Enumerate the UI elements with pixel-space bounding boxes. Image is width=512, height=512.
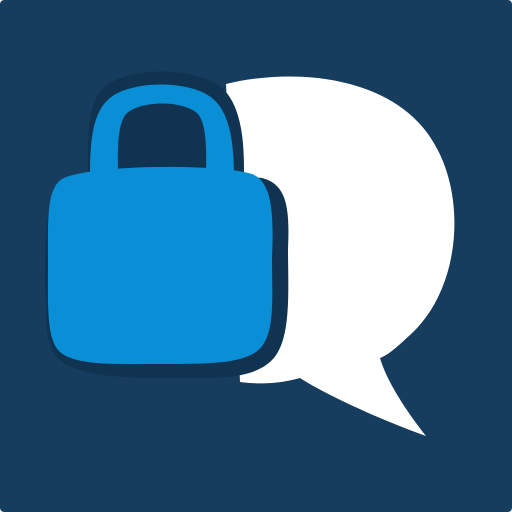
app-icon-artwork <box>0 0 512 512</box>
app-icon[interactable] <box>0 0 512 512</box>
